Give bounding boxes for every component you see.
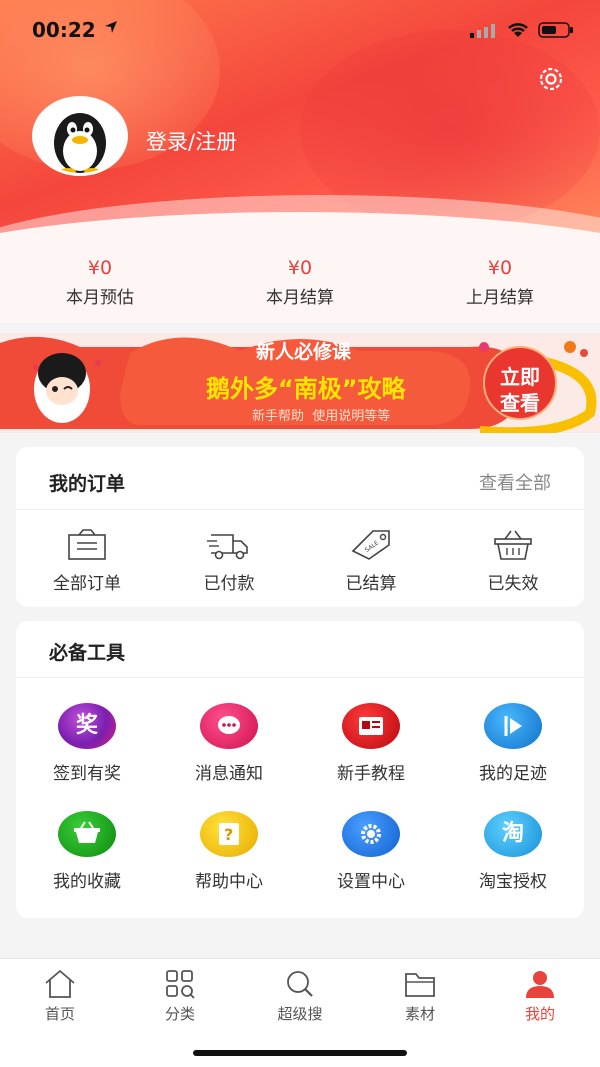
tool-label: 签到有奖 <box>53 764 121 784</box>
favorite-basket-icon <box>58 811 116 857</box>
reward-icon: 奖 <box>58 703 116 749</box>
tool-label: 新手教程 <box>337 764 405 784</box>
tool-footprints[interactable]: 我的足迹 <box>442 703 584 784</box>
location-arrow-icon <box>105 21 117 33</box>
tab-label: 首页 <box>44 1005 75 1023</box>
tab-label: 素材 <box>404 1005 435 1023</box>
tool-label: 帮助中心 <box>195 872 263 892</box>
footprint-icon <box>484 703 542 749</box>
tool-label: 我的收藏 <box>53 872 121 892</box>
stat-label: 本月结算 <box>266 288 334 308</box>
order-label: 已失效 <box>487 574 539 594</box>
home-indicator <box>193 1050 407 1056</box>
order-expired[interactable]: 已失效 <box>442 529 584 594</box>
newbie-course-banner[interactable]: 新人必修课 鹅外多“南极”攻略 新手帮助 使用说明等等 立即 查看 <box>0 333 600 433</box>
order-list-icon <box>68 529 106 560</box>
login-register-link[interactable]: 登录/注册 <box>146 126 237 156</box>
view-all-orders-link[interactable]: 查看全部 <box>479 469 551 495</box>
my-orders-card: 我的订单 查看全部 全部订单 已付款 SALE 已结算 已失效 <box>16 447 584 607</box>
status-bar: 00:22 <box>0 0 600 56</box>
banner-headline: 鹅外多“南极”攻略 <box>206 375 406 403</box>
tab-label: 我的 <box>524 1005 555 1023</box>
order-settled[interactable]: SALE 已结算 <box>300 529 442 594</box>
truck-icon <box>207 534 248 560</box>
tool-checkin-reward[interactable]: 奖 签到有奖 <box>16 703 158 784</box>
signal-icon <box>470 24 495 38</box>
order-label: 已付款 <box>203 574 255 594</box>
essential-tools-card: 必备工具 奖 签到有奖 消息通知 新手教程 我的足迹 我的收藏 ? 帮助中心 设… <box>16 621 584 918</box>
tool-tutorial[interactable]: 新手教程 <box>300 703 442 784</box>
order-label: 全部订单 <box>53 574 121 594</box>
svg-text:?: ? <box>224 825 233 844</box>
banner-cta-line2[interactable]: 查看 <box>500 387 540 416</box>
tab-mine[interactable]: 我的 <box>480 969 600 1024</box>
tools-title: 必备工具 <box>49 642 126 664</box>
help-icon: ? <box>200 811 258 857</box>
tab-super-search[interactable]: 超级搜 <box>240 969 360 1024</box>
order-label: 已结算 <box>345 574 397 594</box>
sale-tag-icon: SALE <box>351 530 390 560</box>
tool-label: 淘宝授权 <box>479 872 547 892</box>
tab-label: 分类 <box>164 1005 195 1023</box>
tool-settings-center[interactable]: 设置中心 <box>300 811 442 892</box>
battery-icon <box>538 22 573 38</box>
stat-last-month-settled[interactable]: ¥0 上月结算 <box>400 257 600 308</box>
orders-title: 我的订单 <box>49 473 126 495</box>
stat-this-month-settled[interactable]: ¥0 本月结算 <box>200 257 400 308</box>
banner-subtext: 新手帮助 使用说明等等 <box>252 409 391 424</box>
earnings-stats: ¥0 本月预估 ¥0 本月结算 ¥0 上月结算 <box>0 245 600 323</box>
tool-favorites[interactable]: 我的收藏 <box>16 811 158 892</box>
stat-value: ¥0 <box>287 257 313 279</box>
status-time: 00:22 <box>32 18 96 42</box>
order-paid[interactable]: 已付款 <box>158 529 300 594</box>
home-icon <box>45 969 75 998</box>
tool-help-center[interactable]: ? 帮助中心 <box>158 811 300 892</box>
tab-category[interactable]: 分类 <box>120 969 240 1024</box>
banner-top-label: 新人必修课 <box>256 341 352 363</box>
search-icon <box>287 971 313 997</box>
basket-icon <box>494 530 532 560</box>
stat-this-month-estimate[interactable]: ¥0 本月预估 <box>0 257 200 308</box>
svg-text:SALE: SALE <box>364 539 381 554</box>
divider <box>16 509 584 510</box>
tool-label: 我的足迹 <box>479 764 547 784</box>
stat-value: ¥0 <box>87 257 113 279</box>
tab-materials[interactable]: 素材 <box>360 969 480 1024</box>
tool-messages[interactable]: 消息通知 <box>158 703 300 784</box>
settings-gear-icon[interactable] <box>534 62 568 96</box>
stat-value: ¥0 <box>487 257 513 279</box>
tab-home[interactable]: 首页 <box>0 969 120 1024</box>
tool-taobao-auth[interactable]: 淘 淘宝授权 <box>442 811 584 892</box>
tutorial-icon <box>342 703 400 749</box>
folder-icon <box>405 973 435 997</box>
stat-label: 本月预估 <box>66 288 134 308</box>
tool-label: 消息通知 <box>195 764 263 784</box>
settings-icon <box>342 811 400 857</box>
penguin-avatar-icon <box>54 113 106 173</box>
tool-label: 设置中心 <box>337 872 405 892</box>
divider <box>16 677 584 678</box>
banner-cta-line1[interactable]: 立即 <box>500 361 540 390</box>
avatar[interactable] <box>32 96 128 176</box>
stat-label: 上月结算 <box>466 288 534 308</box>
category-icon <box>166 970 195 999</box>
message-icon <box>200 703 258 749</box>
wifi-icon <box>508 23 528 37</box>
profile-icon <box>526 971 554 998</box>
taobao-icon: 淘 <box>484 811 542 857</box>
tab-label: 超级搜 <box>277 1005 323 1023</box>
order-all[interactable]: 全部订单 <box>16 529 158 594</box>
